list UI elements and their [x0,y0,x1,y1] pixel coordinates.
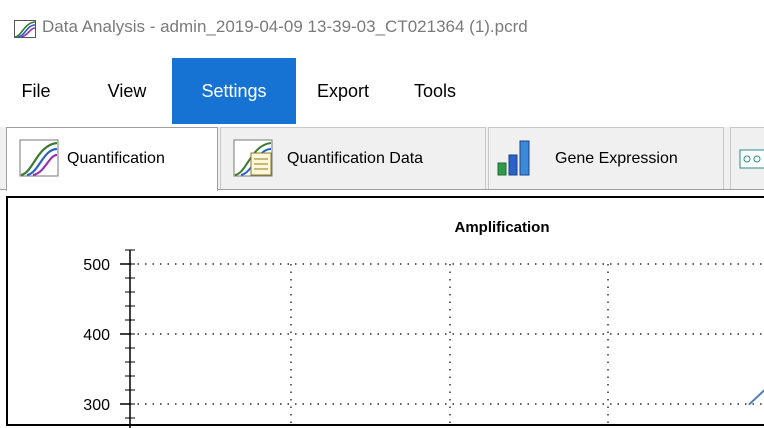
amplification-curves-icon [19,139,59,177]
bar-chart-icon [497,140,530,176]
amplification-chart: Amplification 300 400 500 [6,196,764,428]
tab-partial[interactable] [730,127,764,189]
tab-label: Quantification [67,150,165,167]
y-tick-label: 300 [83,397,110,414]
y-tick-label: 400 [83,327,110,344]
tab-bar: Quantification Quantification Data Gene … [0,127,764,191]
amplification-curve [748,389,764,406]
tab-label: Gene Expression [555,150,678,167]
title-bar: Data Analysis - admin_2019-04-09 13-39-0… [0,0,764,56]
chart-title: Amplification [454,219,549,236]
menu-export[interactable]: Export [302,58,384,124]
menu-bar: File View Settings Export Tools [0,58,764,124]
partial-tab-icon [739,149,764,169]
tab-quantification-data[interactable]: Quantification Data [220,127,486,189]
menu-file[interactable]: File [14,58,58,124]
tab-quantification[interactable]: Quantification [6,127,218,191]
menu-view[interactable]: View [94,58,160,124]
amplification-curves-icon [14,20,36,38]
menu-settings[interactable]: Settings [172,58,296,124]
tab-gene-expression[interactable]: Gene Expression [488,127,724,189]
curves-with-sheet-icon [233,139,273,177]
amplification-plot: Amplification 300 400 500 [83,219,764,428]
y-tick-label: 500 [83,257,110,274]
menu-tools[interactable]: Tools [394,58,476,124]
tab-label: Quantification Data [287,150,424,167]
window-title: Data Analysis - admin_2019-04-09 13-39-0… [42,17,528,36]
